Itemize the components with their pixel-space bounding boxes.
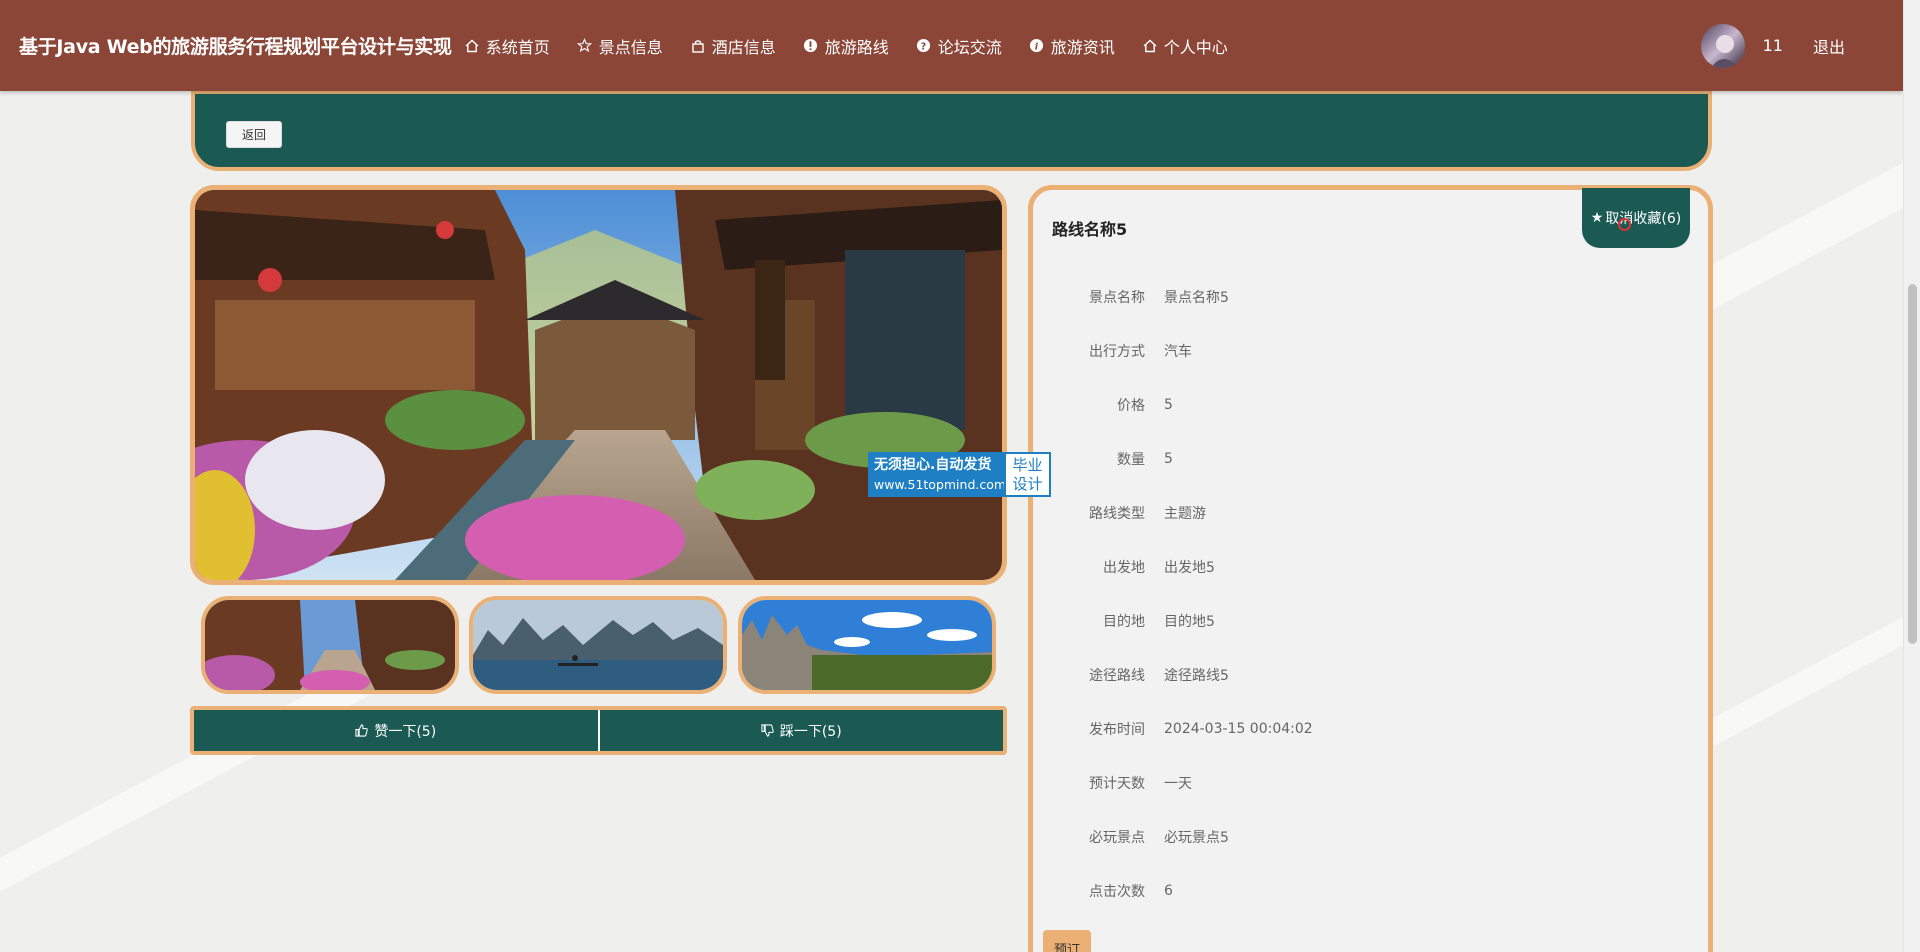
- field-label: 价格: [1117, 398, 1145, 414]
- route-title: 路线名称5: [1052, 220, 1128, 239]
- background-decoration: [0, 664, 378, 926]
- detail-field: 价格 5: [1033, 395, 1173, 415]
- detail-field: 数量 5: [1033, 449, 1173, 469]
- field-value: 出发地5: [1164, 560, 1215, 576]
- star-icon: ★: [1590, 210, 1604, 226]
- detail-field: 路线类型 主题游: [1033, 503, 1206, 523]
- star-icon: [577, 38, 593, 54]
- avatar[interactable]: [1700, 23, 1745, 68]
- field-label: 预计天数: [1089, 776, 1145, 792]
- book-button[interactable]: 预订: [1043, 930, 1091, 952]
- watermark-url: www.51topmind.com: [874, 477, 1007, 492]
- field-value: 2024-03-15 00:04:02: [1164, 721, 1313, 737]
- watermark: 无须担心.自动发货 www.51topmind.com 毕业 设计: [868, 452, 1051, 497]
- detail-field: 发布时间 2024-03-15 00:04:02: [1033, 719, 1313, 739]
- field-value: 主题游: [1164, 506, 1206, 522]
- nav-item-news[interactable]: i 旅游资讯: [1029, 34, 1115, 58]
- detail-field: 点击次数 6: [1033, 881, 1173, 901]
- watermark-right: 毕业 设计: [1004, 452, 1051, 497]
- detail-field: 途径路线 途径路线5: [1033, 665, 1229, 685]
- detail-field: 出行方式 汽车: [1033, 341, 1192, 361]
- field-value: 5: [1164, 451, 1173, 467]
- watermark-line1: 无须担心.自动发货: [874, 457, 992, 473]
- nav-label: 系统首页: [485, 37, 550, 57]
- watermark-right-top: 毕业: [1012, 456, 1043, 474]
- home-icon: [464, 38, 480, 54]
- bag-icon: [690, 38, 706, 54]
- main-nav: 系统首页 景点信息 酒店信息 旅游路线 ? 论坛交流 i 旅游资讯 个人中心: [464, 34, 1255, 58]
- thumbnail-2[interactable]: [469, 596, 727, 694]
- detail-field: 景点名称 景点名称5: [1033, 287, 1229, 307]
- field-value: 6: [1164, 883, 1173, 899]
- vote-bar: 赞一下(5) 踩一下(5): [190, 706, 1007, 755]
- watermark-left: 无须担心.自动发货 www.51topmind.com: [868, 452, 1007, 497]
- page-scrollbar[interactable]: [1903, 0, 1920, 952]
- unfavorite-button[interactable]: ★ 取消收藏(6): [1582, 188, 1690, 248]
- scrollbar-thumb[interactable]: [1908, 284, 1917, 644]
- svg-text:i: i: [1035, 41, 1039, 52]
- detail-field: 必玩景点 必玩景点5: [1033, 827, 1229, 847]
- back-bar: 返回: [191, 90, 1712, 171]
- field-value: 目的地5: [1164, 614, 1215, 630]
- watermark-right-bottom: 设计: [1012, 475, 1043, 493]
- nav-label: 酒店信息: [711, 37, 776, 57]
- nav-label: 旅游路线: [824, 37, 889, 57]
- nav-item-forum[interactable]: ? 论坛交流: [916, 34, 1002, 58]
- nav-label: 景点信息: [598, 37, 663, 57]
- field-value: 汽车: [1164, 344, 1192, 360]
- field-value: 景点名称5: [1164, 290, 1229, 306]
- user-area: 11 退出: [1700, 0, 1903, 91]
- nav-label: 论坛交流: [937, 37, 1002, 57]
- field-label: 出发地: [1103, 560, 1145, 576]
- detail-field: 预计天数 一天: [1033, 773, 1192, 793]
- field-value: 途径路线5: [1164, 668, 1229, 684]
- nav-label: 旅游资讯: [1050, 37, 1115, 57]
- thumbs-up-icon: [355, 724, 369, 737]
- field-label: 途径路线: [1089, 668, 1145, 684]
- route-detail-panel: 路线名称5 ★ 取消收藏(6) 景点名称 景点名称5 出行方式 汽车 价格 5 …: [1028, 185, 1713, 952]
- field-label: 点击次数: [1089, 884, 1145, 900]
- favorite-label: 取消收藏(6): [1605, 211, 1682, 227]
- field-label: 景点名称: [1089, 290, 1145, 306]
- thumbs-down-icon: [761, 724, 774, 737]
- field-value: 一天: [1164, 776, 1192, 792]
- nav-item-attractions[interactable]: 景点信息: [577, 34, 663, 58]
- alert-icon: [803, 38, 819, 54]
- nav-item-profile[interactable]: 个人中心: [1142, 34, 1228, 58]
- like-label: 赞一下(5): [374, 723, 437, 740]
- nav-item-home[interactable]: 系统首页: [464, 34, 550, 58]
- mouse-cursor-marker: [1618, 218, 1631, 231]
- field-value: 必玩景点5: [1164, 830, 1229, 846]
- like-button[interactable]: 赞一下(5): [194, 710, 598, 751]
- top-header: 基于Java Web的旅游服务行程规划平台设计与实现 系统首页 景点信息 酒店信…: [0, 0, 1903, 91]
- field-label: 目的地: [1103, 614, 1145, 630]
- detail-field: 目的地 目的地5: [1033, 611, 1215, 631]
- dislike-label: 踩一下(5): [779, 723, 842, 740]
- logout-link[interactable]: 退出: [1813, 34, 1845, 58]
- nav-item-routes[interactable]: 旅游路线: [803, 34, 889, 58]
- detail-field: 出发地 出发地5: [1033, 557, 1215, 577]
- info-icon: i: [1029, 38, 1045, 54]
- main-route-image: [190, 185, 1007, 585]
- field-value: 5: [1164, 397, 1173, 413]
- back-button[interactable]: 返回: [226, 121, 282, 148]
- dislike-button[interactable]: 踩一下(5): [597, 710, 1004, 751]
- thumbnail-1[interactable]: [201, 596, 459, 694]
- field-label: 出行方式: [1089, 344, 1145, 360]
- nav-item-hotels[interactable]: 酒店信息: [690, 34, 776, 58]
- user-id[interactable]: 11: [1763, 36, 1783, 55]
- field-label: 发布时间: [1089, 722, 1145, 738]
- home-icon: [1142, 38, 1158, 54]
- site-title: 基于Java Web的旅游服务行程规划平台设计与实现: [19, 36, 452, 58]
- field-label: 路线类型: [1089, 506, 1145, 522]
- thumbnail-3[interactable]: [738, 596, 996, 694]
- nav-label: 个人中心: [1163, 37, 1228, 57]
- question-icon: ?: [916, 38, 932, 54]
- svg-text:?: ?: [921, 41, 926, 52]
- field-label: 必玩景点: [1089, 830, 1145, 846]
